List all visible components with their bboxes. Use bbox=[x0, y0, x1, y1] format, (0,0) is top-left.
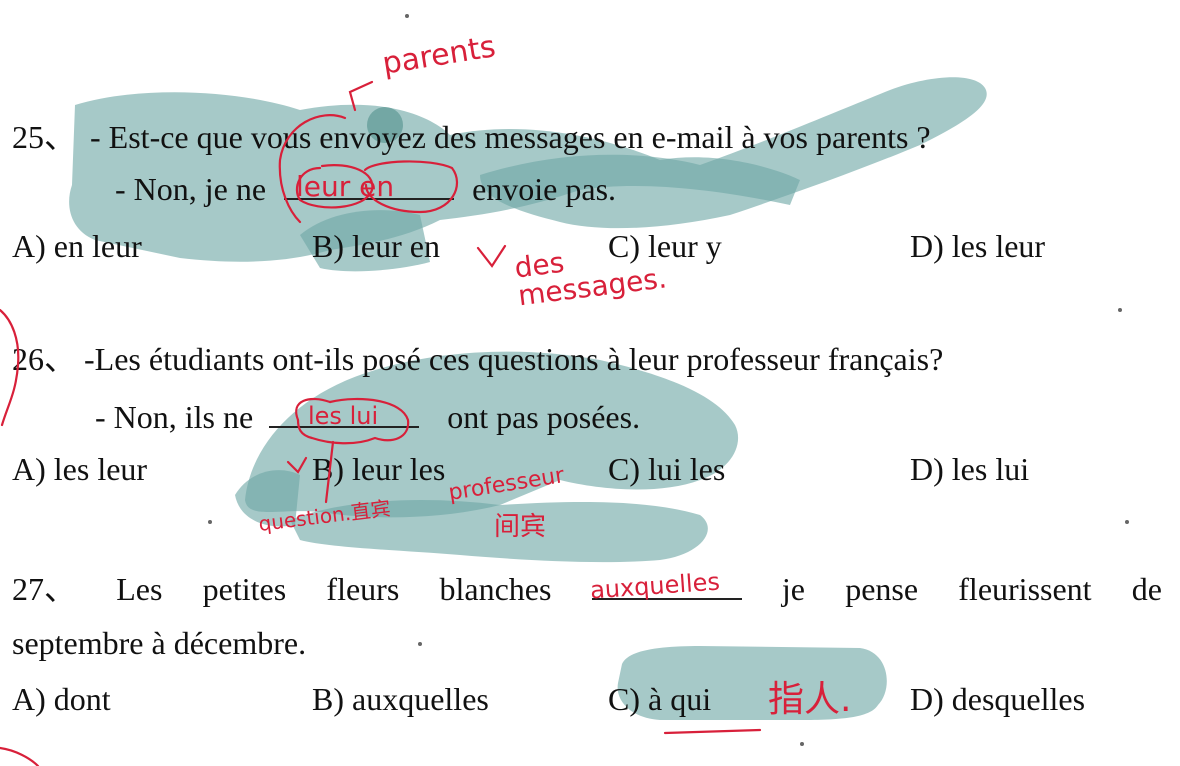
q26-answer-start: - Non, ils ne bbox=[95, 399, 254, 435]
q27-option-a: A) dont bbox=[12, 681, 111, 717]
q27-word: fleurs bbox=[326, 571, 400, 607]
handwritten-note: leur en bbox=[296, 170, 395, 203]
scan-speck bbox=[208, 520, 212, 524]
q27-line1: 27、 Les petites fleurs blanches je pense… bbox=[12, 570, 1162, 608]
handwritten-note: des messages. bbox=[512, 245, 669, 313]
scan-speck bbox=[418, 642, 422, 646]
handwritten-note: parents bbox=[379, 29, 499, 82]
q26-option-a: A) les leur bbox=[12, 451, 148, 487]
q27-word: fleurissent bbox=[958, 571, 1092, 607]
q27-word: petites bbox=[202, 571, 287, 607]
handwritten-note: question.直宾 bbox=[257, 495, 392, 536]
scan-speck bbox=[1118, 308, 1122, 312]
q27-option-b: B) auxquelles bbox=[312, 681, 489, 717]
check-stroke bbox=[476, 244, 507, 268]
underline-stroke bbox=[663, 728, 762, 735]
q25-answer-end: envoie pas. bbox=[472, 171, 617, 207]
q27-line2: septembre à décembre. bbox=[12, 624, 306, 662]
handwritten-note: 指人. bbox=[768, 679, 852, 720]
q26-option-c: C) lui les bbox=[608, 451, 726, 487]
q25-option-d: D) les leur bbox=[910, 228, 1046, 264]
q27-continuation: septembre à décembre. bbox=[12, 625, 307, 661]
check-stroke bbox=[286, 456, 308, 474]
q26-question-text: -Les étudiants ont-ils posé ces question… bbox=[84, 341, 944, 377]
q25-answer-start: - Non, je ne bbox=[115, 171, 267, 207]
handwritten-note: les lui bbox=[308, 402, 379, 430]
arrow-stroke bbox=[348, 80, 374, 112]
handwritten-note: 间宾 bbox=[494, 512, 547, 542]
scan-speck bbox=[1125, 520, 1129, 524]
q27-number: 27、 bbox=[12, 571, 77, 607]
q27-option-d: D) desquelles bbox=[910, 681, 1086, 717]
q26-line1: 26、 -Les étudiants ont-ils posé ces ques… bbox=[12, 340, 943, 378]
scan-speck bbox=[800, 742, 804, 746]
q26-option-d: D) les lui bbox=[910, 451, 1030, 487]
handwritten-note: professeur bbox=[446, 463, 566, 506]
exam-page: 25、 - Est-ce que vous envoyez des messag… bbox=[0, 0, 1180, 766]
scan-speck bbox=[405, 14, 409, 18]
q25-question-text: - Est-ce que vous envoyez des messages e… bbox=[90, 119, 931, 155]
q25-option-b: B) leur en bbox=[312, 228, 440, 264]
q27-word: pense bbox=[845, 571, 919, 607]
q27-word: je bbox=[781, 571, 805, 607]
q26-option-b: B) leur les bbox=[312, 451, 446, 487]
q25-line1: 25、 - Est-ce que vous envoyez des messag… bbox=[12, 118, 931, 156]
q27-word: Les bbox=[116, 571, 163, 607]
q25-option-a: A) en leur bbox=[12, 228, 142, 264]
q27-word: de bbox=[1131, 571, 1162, 607]
q25-number: 25、 bbox=[12, 119, 77, 155]
margin-stroke bbox=[0, 746, 40, 766]
q26-answer-end: ont pas posées. bbox=[447, 399, 641, 435]
q26-number: 26、 bbox=[12, 341, 77, 377]
q27-word: blanches bbox=[439, 571, 552, 607]
q27-option-c: C) à qui bbox=[608, 681, 712, 717]
